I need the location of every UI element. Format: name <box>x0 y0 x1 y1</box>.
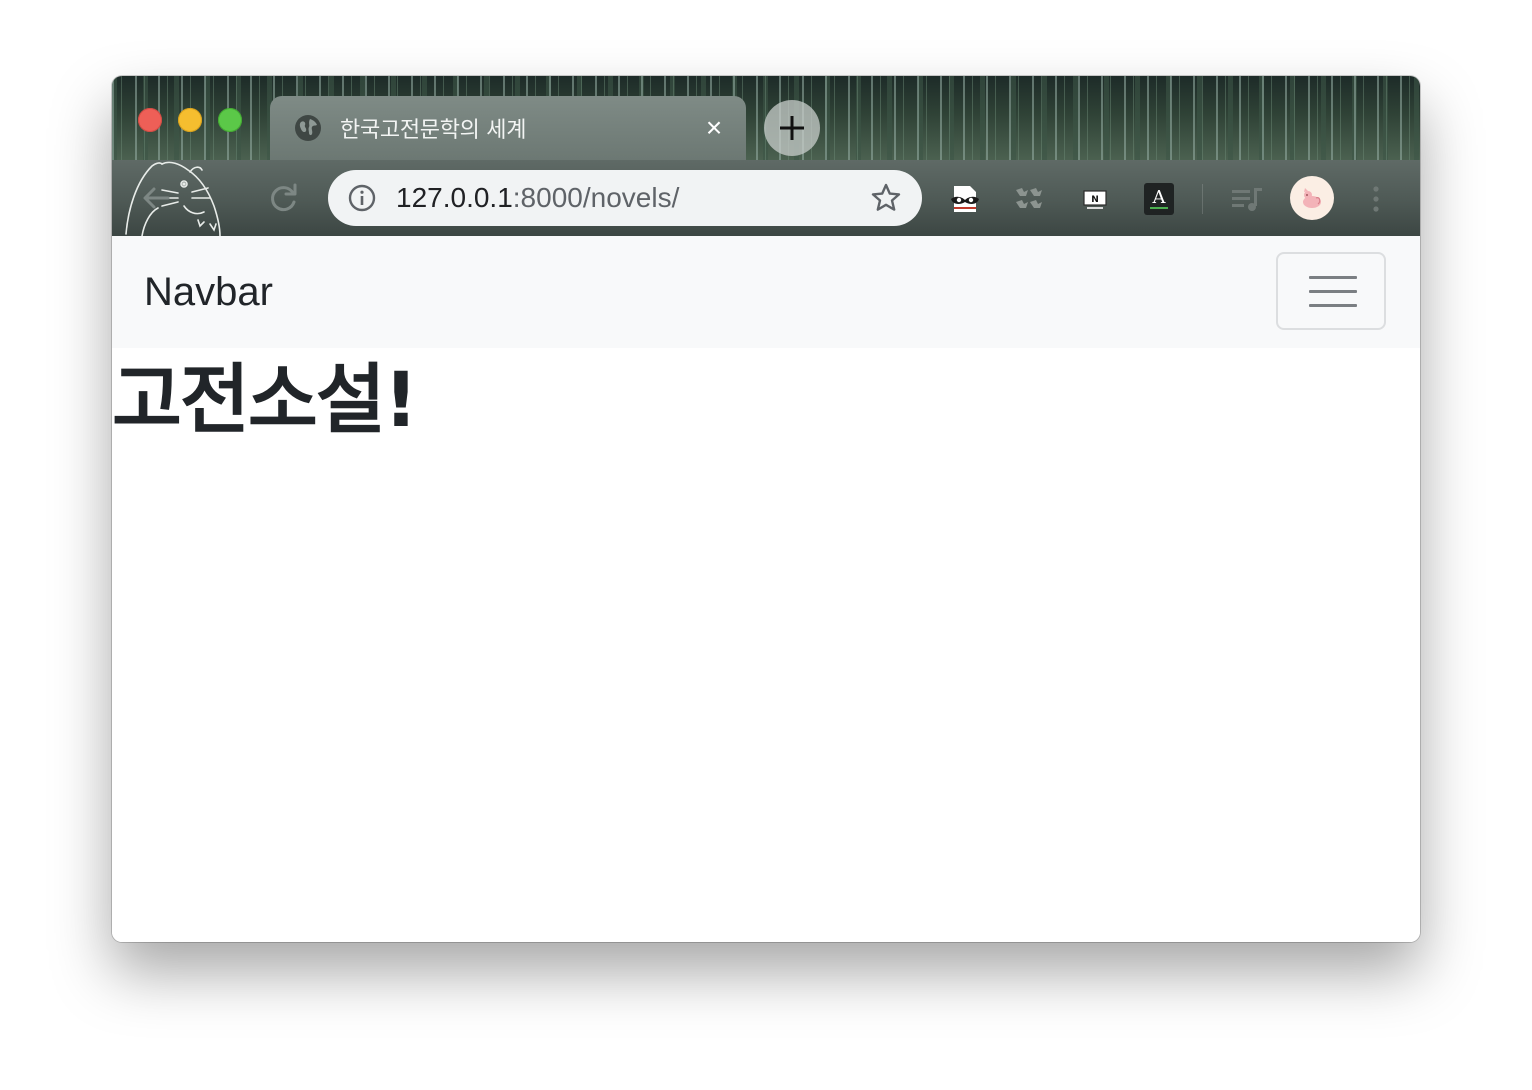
navbar: Navbar <box>112 236 1420 348</box>
reload-icon[interactable] <box>266 180 302 216</box>
tab-title: 한국고전문학의 세계 <box>340 118 527 143</box>
url-host: 127.0.0.1 <box>396 182 513 213</box>
navbar-brand[interactable]: Navbar <box>144 270 273 314</box>
globe-icon <box>294 114 322 142</box>
page-viewport: Navbar 고전소설! <box>112 236 1420 942</box>
navbar-toggler-button[interactable] <box>1276 252 1386 330</box>
svg-text:N: N <box>1091 195 1099 205</box>
puzzle-icon[interactable] <box>1012 182 1046 216</box>
tab-close-icon[interactable]: × <box>700 114 728 142</box>
info-icon[interactable] <box>348 184 376 212</box>
address-bar[interactable]: 127.0.0.1:8000/novels/ <box>328 170 922 226</box>
toolbar-divider <box>1202 184 1203 214</box>
close-window-button[interactable] <box>138 108 162 132</box>
notion-icon[interactable]: N <box>1078 182 1112 216</box>
new-tab-button[interactable] <box>764 100 820 156</box>
avatar-icon[interactable] <box>1290 176 1334 220</box>
browser-toolbar: 127.0.0.1:8000/novels/ N A <box>112 160 1420 236</box>
url-path: :8000/novels/ <box>512 182 680 213</box>
page-heading: 고전소설! <box>112 355 418 444</box>
browser-tab[interactable]: 한국고전문학의 세계 × <box>270 96 746 160</box>
playlist-icon[interactable] <box>1230 182 1264 216</box>
dictionary-icon[interactable]: A <box>1142 182 1176 216</box>
hamburger-icon <box>1309 290 1357 293</box>
more-vert-icon[interactable] <box>1368 182 1384 216</box>
svg-text:A: A <box>1152 187 1167 208</box>
minimize-window-button[interactable] <box>178 108 202 132</box>
tab-strip: 한국고전문학의 세계 × <box>112 76 1420 160</box>
hamburger-icon <box>1309 304 1357 307</box>
incognito-mask-icon[interactable] <box>948 182 982 216</box>
zoom-window-button[interactable] <box>218 108 242 132</box>
url-text[interactable]: 127.0.0.1:8000/novels/ <box>396 182 679 214</box>
browser-window: 한국고전문학의 세계 × 127.0.0.1:8000/novels/ N A … <box>112 76 1420 942</box>
hamburger-icon <box>1309 276 1357 279</box>
back-icon[interactable] <box>138 180 174 216</box>
star-icon[interactable] <box>870 182 902 214</box>
plus-icon <box>780 116 804 140</box>
